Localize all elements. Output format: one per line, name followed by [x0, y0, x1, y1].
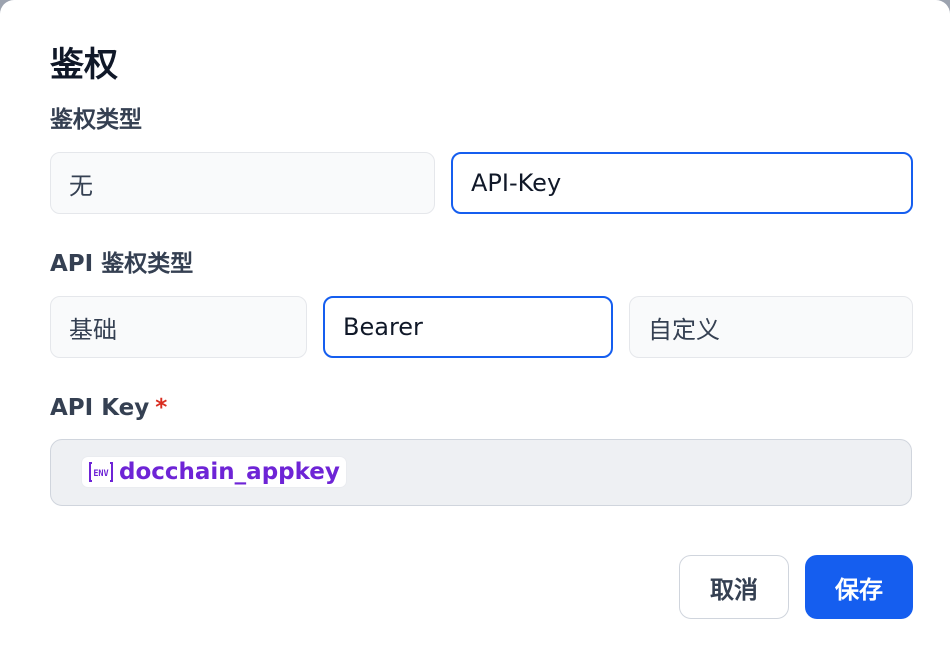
- auth-type-label: 鉴权类型: [50, 107, 142, 133]
- env-variable-name: docchain_appkey: [119, 459, 340, 485]
- env-icon: ENV: [89, 462, 113, 482]
- auth-dialog: 鉴权 鉴权类型 无 API-Key API 鉴权类型 基础 Bearer 自定义…: [0, 0, 950, 650]
- api-key-label: API Key *: [50, 393, 167, 423]
- api-auth-type-option-custom-label: 自定义: [648, 315, 720, 344]
- api-key-input[interactable]: ENV docchain_appkey: [50, 439, 912, 506]
- api-auth-type-option-basic[interactable]: 基础: [50, 296, 307, 358]
- auth-type-option-none-label: 无: [69, 171, 93, 200]
- api-auth-type-option-bearer[interactable]: Bearer: [323, 296, 613, 358]
- required-mark: *: [155, 395, 168, 421]
- api-auth-type-option-bearer-label: Bearer: [343, 313, 423, 341]
- api-auth-type-option-basic-label: 基础: [69, 315, 117, 344]
- env-variable-chip[interactable]: ENV docchain_appkey: [81, 456, 347, 488]
- auth-type-option-api-key[interactable]: API-Key: [451, 152, 913, 214]
- api-auth-type-option-custom[interactable]: 自定义: [629, 296, 913, 358]
- auth-type-option-api-key-label: API-Key: [471, 169, 562, 197]
- api-key-label-text: API Key: [50, 395, 150, 421]
- env-icon-text: ENV: [93, 469, 108, 479]
- auth-type-option-none[interactable]: 无: [50, 152, 435, 214]
- save-button[interactable]: 保存: [805, 555, 913, 619]
- cancel-button[interactable]: 取消: [679, 555, 789, 619]
- api-auth-type-label: API 鉴权类型: [50, 251, 194, 277]
- dialog-title: 鉴权: [50, 45, 118, 85]
